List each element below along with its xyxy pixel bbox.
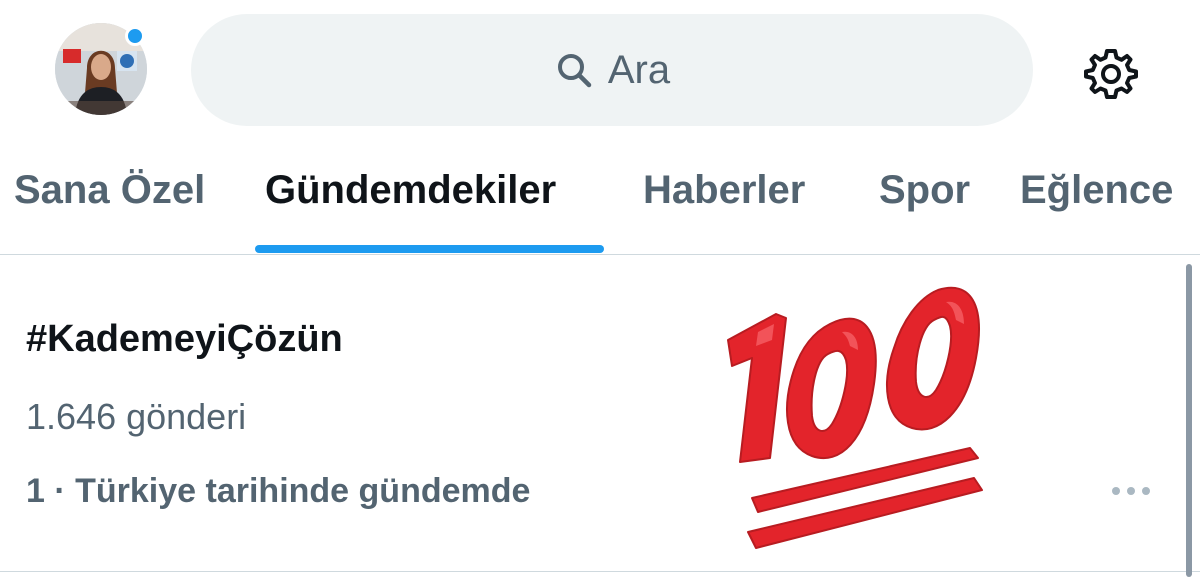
more-options-button[interactable]	[1104, 476, 1158, 506]
tab-bar: Sana Özel Gündemdekiler Haberler Spor Eğ…	[0, 150, 1200, 255]
search-bar[interactable]: Ara	[191, 14, 1033, 126]
scrollbar[interactable]	[1186, 264, 1192, 577]
tab-for-you[interactable]: Sana Özel	[14, 168, 205, 254]
trend-post-count: 1.646 gönderi	[26, 396, 247, 437]
more-dot-icon	[1142, 487, 1150, 495]
more-dot-icon	[1127, 487, 1135, 495]
trend-item[interactable]: #KademeyiÇözün 1.646 gönderi 1 · Türkiye…	[0, 256, 1200, 572]
app-header: Ara	[0, 0, 1200, 150]
tab-entertainment[interactable]: Eğlence	[1020, 168, 1173, 254]
tab-sports[interactable]: Spor	[879, 168, 970, 254]
more-dot-icon	[1112, 487, 1120, 495]
search-placeholder: Ara	[607, 47, 671, 92]
tab-trending[interactable]: Gündemdekiler	[265, 168, 556, 254]
gear-icon[interactable]	[1080, 43, 1140, 103]
notification-dot	[125, 26, 145, 46]
search-icon	[557, 54, 592, 88]
trend-context: 1 · Türkiye tarihinde gündemde	[26, 472, 531, 510]
trend-title[interactable]: #KademeyiÇözün	[26, 318, 343, 361]
active-tab-indicator	[255, 245, 604, 253]
hundred-points-emoji-icon	[727, 286, 983, 549]
tab-news[interactable]: Haberler	[643, 168, 805, 254]
